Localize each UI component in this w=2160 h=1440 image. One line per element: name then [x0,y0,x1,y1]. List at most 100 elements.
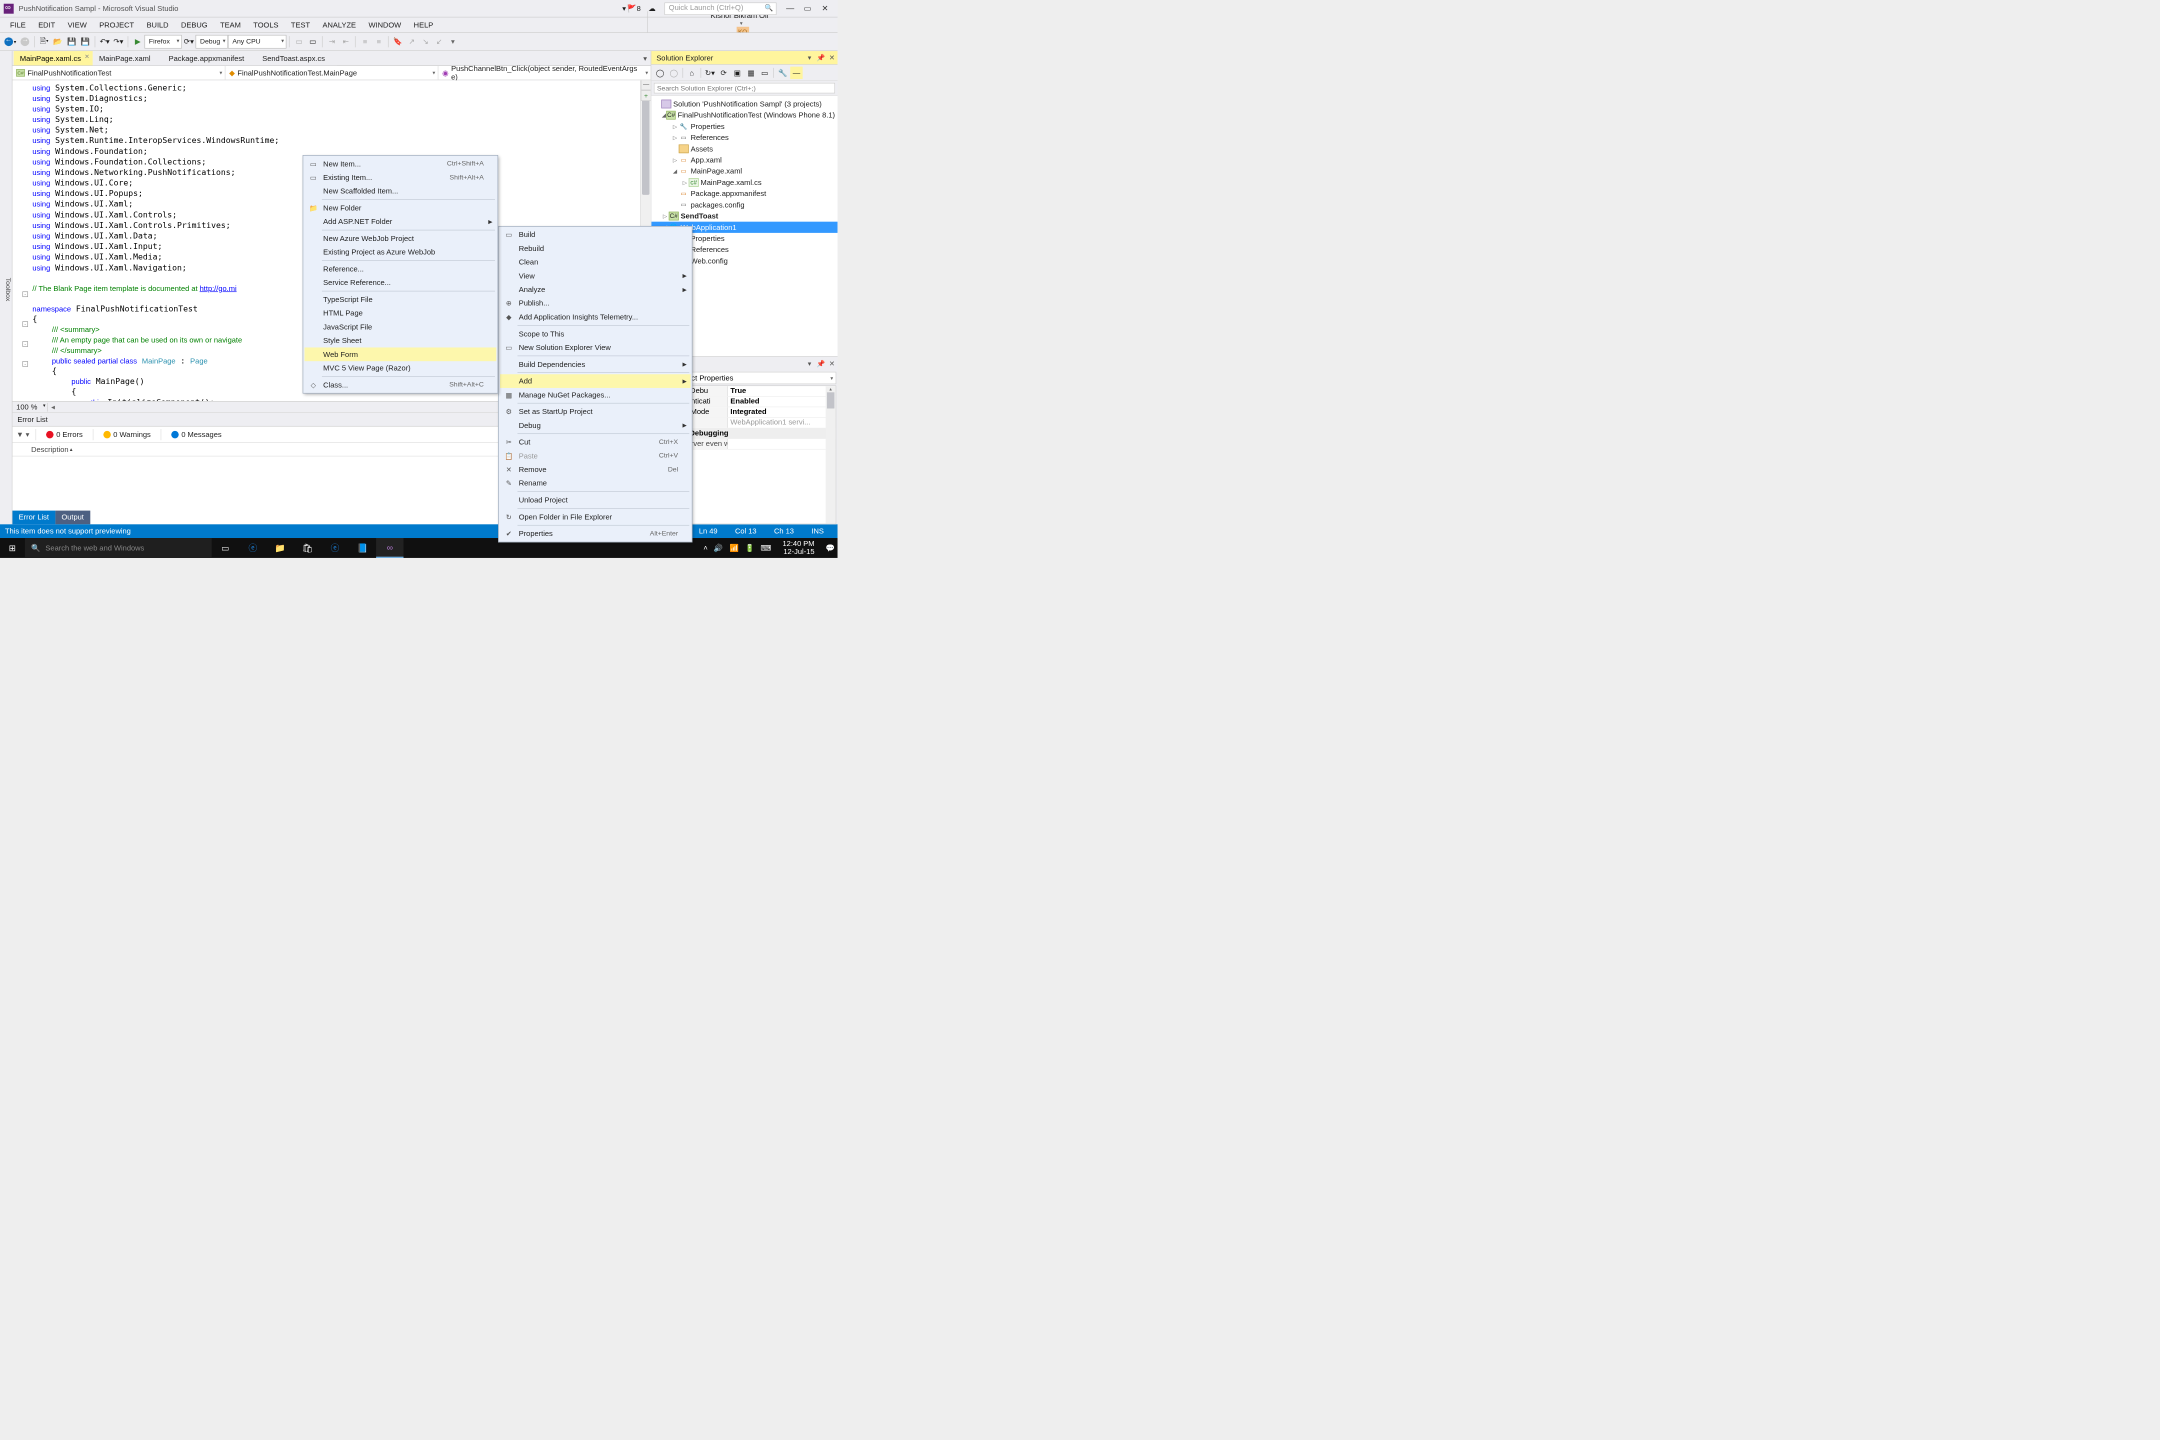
menu-team[interactable]: TEAM [214,18,247,32]
properties-scrollbar[interactable]: ▴ [826,386,836,524]
platform-select[interactable]: Any CPU [228,35,287,49]
tab-package-manifest[interactable]: Package.appxmanifest [162,51,256,65]
undo-button[interactable]: ↶▾ [98,34,112,49]
panel-close-button[interactable]: ✕ [826,360,837,368]
tab-mainpage-xaml[interactable]: MainPage.xaml [93,51,163,65]
split-button[interactable]: — [641,80,651,90]
se-refresh-button[interactable]: ⟳ [717,66,729,78]
menu-item[interactable]: Style Sheet [305,334,497,348]
se-back-button[interactable]: ◯ [654,66,666,78]
menu-item[interactable]: ◆Add Application Insights Telemetry... [500,310,691,324]
menu-view[interactable]: VIEW [61,18,93,32]
tb-btn-6[interactable]: ≡ [372,34,386,49]
se-showall-button[interactable]: ▦ [745,66,757,78]
taskbar-ie[interactable]: ⓔ [321,538,348,558]
panel-close-button[interactable]: ✕ [826,54,837,62]
menu-item[interactable]: Existing Project as Azure WebJob [305,245,497,259]
menu-item[interactable]: 📁New Folder [305,201,497,215]
open-file-button[interactable]: 📂 [51,34,65,49]
tray-volume-icon[interactable]: 🔊 [714,544,723,553]
tray-notifications-icon[interactable]: 💬 [826,544,835,553]
start-debug-button[interactable]: ▶ [131,34,145,49]
menu-item[interactable]: New Azure WebJob Project [305,232,497,246]
menu-item[interactable]: HTML Page [305,306,497,320]
se-collapse-button[interactable]: ▣ [731,66,743,78]
menu-item[interactable]: Service Reference... [305,276,497,290]
taskbar-search[interactable]: 🔍Search the web and Windows [25,538,212,558]
notifications-button[interactable]: ▾🚩 8 [622,4,640,13]
quick-launch-input[interactable]: Quick Launch (Ctrl+Q) [664,2,776,14]
toolbox-panel[interactable]: Toolbox [0,51,12,524]
panel-pin-button[interactable]: 📌 [815,360,826,368]
menu-file[interactable]: FILE [4,18,32,32]
menu-item[interactable]: ↻Open Folder in File Explorer [500,510,691,524]
menu-item[interactable]: New Scaffolded Item... [305,184,497,198]
menu-item[interactable]: ✕RemoveDel [500,463,691,477]
new-project-button[interactable]: 🗎▾ [37,34,51,49]
menu-item[interactable]: MVC 5 View Page (Razor) [305,361,497,375]
menu-item[interactable]: 📋PasteCtrl+V [500,449,691,463]
add-submenu[interactable]: ▭New Item...Ctrl+Shift+A▭Existing Item..… [303,155,499,393]
panel-menu-button[interactable]: ▾ [804,360,815,368]
menu-edit[interactable]: EDIT [32,18,61,32]
tb-bookmark[interactable]: 🔖 [391,34,405,49]
save-all-button[interactable]: 💾 [78,34,92,49]
taskbar-store[interactable]: 🛍 [294,538,321,558]
start-button[interactable]: ⊞ [0,538,25,558]
tabs-overflow-button[interactable]: ▾ [640,51,651,65]
menu-analyze[interactable]: ANALYZE [316,18,362,32]
menu-item[interactable]: ✔PropertiesAlt+Enter [500,527,691,541]
panel-menu-button[interactable]: ▾ [804,54,815,62]
task-view-button[interactable]: ▭ [212,538,239,558]
system-tray[interactable]: ˄ 🔊 📶 🔋 ⌨ 12:40 PM12-Jul-15 💬 [701,540,838,556]
tray-network-icon[interactable]: 📶 [729,544,738,553]
se-properties-button[interactable]: 🔧 [777,66,789,78]
menu-item[interactable]: Build Dependencies▶ [500,357,691,371]
browser-select[interactable]: Firefox [145,35,182,49]
tb-btn-3[interactable]: ⇥ [325,34,339,49]
menu-item[interactable]: Rebuild [500,242,691,256]
nav-class-select[interactable]: ◆FinalPushNotificationTest.MainPage [225,66,438,80]
menu-item[interactable]: ▭New Item...Ctrl+Shift+A [305,157,497,171]
tb-overflow[interactable]: ▾ [446,34,460,49]
se-view-button[interactable]: — [790,66,802,78]
tab-error-list[interactable]: Error List [12,511,55,525]
taskbar-edge[interactable]: ⓔ [239,538,266,558]
tab-mainpage-cs[interactable]: MainPage.xaml.cs [14,51,93,65]
tb-btn-5[interactable]: ≡ [358,34,372,49]
nav-project-select[interactable]: C#FinalPushNotificationTest [12,66,225,80]
menu-item[interactable]: ▭Build [500,228,691,242]
menu-item[interactable]: ✂CutCtrl+X [500,435,691,449]
nav-member-select[interactable]: ◉PushChannelBtn_Click(object sender, Rou… [438,66,650,80]
menu-test[interactable]: TEST [285,18,317,32]
project-context-menu[interactable]: ▭BuildRebuildCleanView▶Analyze▶⊕Publish.… [498,226,692,542]
menu-item[interactable]: Reference... [305,262,497,276]
taskbar-explorer[interactable]: 📁 [267,538,294,558]
taskbar-clock[interactable]: 12:40 PM12-Jul-15 [778,540,820,556]
redo-button[interactable]: ↷▾ [112,34,126,49]
menu-item[interactable]: Scope to This [500,327,691,341]
tb-btn-4[interactable]: ⇤ [339,34,353,49]
menu-item[interactable]: View▶ [500,269,691,283]
menu-item[interactable]: TypeScript File [305,293,497,307]
menu-item[interactable]: Add ASP.NET Folder▶ [305,215,497,229]
menu-item[interactable]: ▭Existing Item...Shift+Alt+A [305,171,497,185]
tb-btn-7[interactable]: ↗ [405,34,419,49]
menu-project[interactable]: PROJECT [93,18,140,32]
menu-window[interactable]: WINDOW [362,18,407,32]
hscroll-left[interactable]: ◂ [48,403,58,412]
tb-btn-1[interactable]: ▭ [292,34,306,49]
menu-item[interactable]: ✎Rename [500,476,691,490]
menu-item[interactable]: ▦Manage NuGet Packages... [500,388,691,402]
fold-toggle[interactable]: - [22,291,28,297]
tray-chevron-icon[interactable]: ˄ [703,544,707,553]
menu-item[interactable]: ◇Class...Shift+Alt+C [305,378,497,392]
tb-btn-8[interactable]: ↘ [419,34,433,49]
fold-toggle[interactable]: - [22,321,28,327]
menu-item[interactable]: ▭New Solution Explorer View [500,341,691,355]
refresh-button[interactable]: ⟳▾ [182,34,196,49]
menu-tools[interactable]: TOOLS [247,18,285,32]
fold-toggle[interactable]: - [22,341,28,347]
save-button[interactable]: 💾 [65,34,79,49]
solution-search-input[interactable] [654,83,835,94]
